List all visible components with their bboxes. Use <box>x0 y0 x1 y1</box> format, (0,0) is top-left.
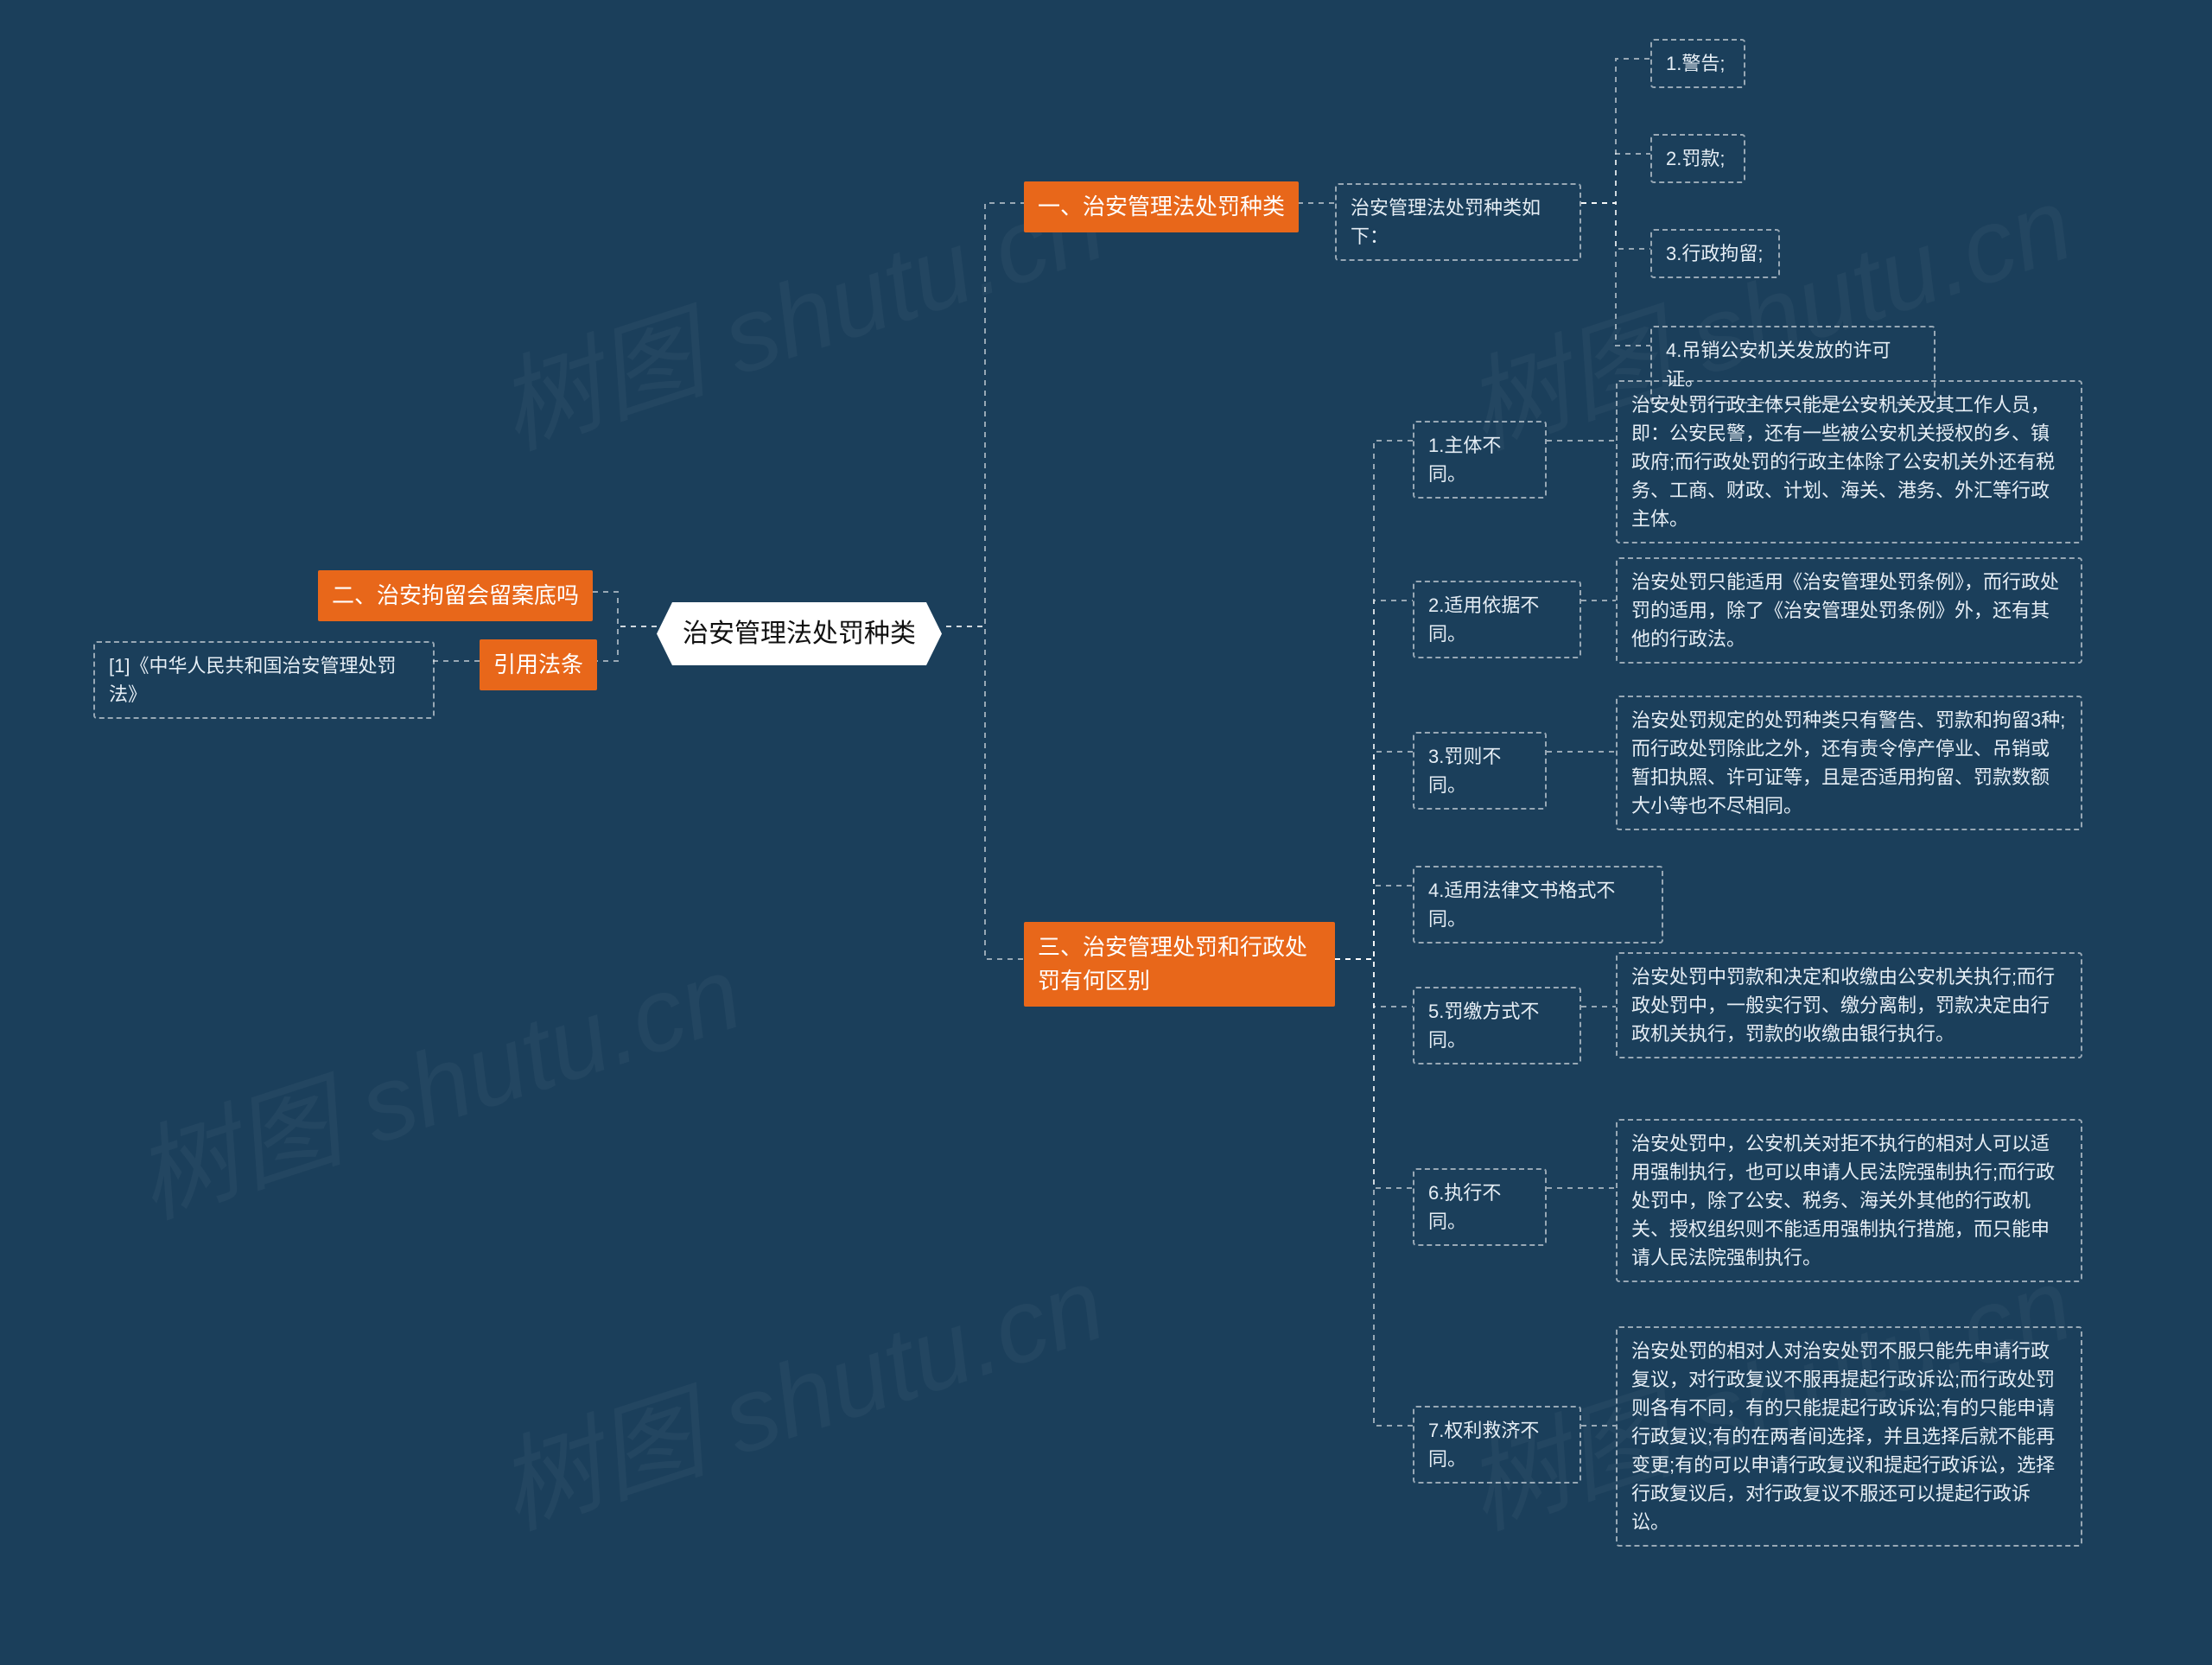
branch-2[interactable]: 二、治安拘留会留案底吗 <box>318 570 593 621</box>
branch-ref[interactable]: 引用法条 <box>480 639 597 690</box>
branch-3[interactable]: 三、治安管理处罚和行政处罚有何区别 <box>1024 922 1335 1007</box>
mindmap-canvas: 树图 shutu.cn 树图 shutu.cn 树图 shutu.cn 树图 s… <box>0 0 2212 1665</box>
b1-item-2[interactable]: 2.罚款; <box>1650 134 1745 183</box>
b3-2-title[interactable]: 2.适用依据不同。 <box>1413 581 1581 658</box>
watermark: 树图 shutu.cn <box>476 1220 1120 1557</box>
b3-5-desc[interactable]: 治安处罚中罚款和决定和收缴由公安机关执行;而行政处罚中，一般实行罚、缴分离制，罚… <box>1616 952 2082 1058</box>
b3-1-desc[interactable]: 治安处罚行政主体只能是公安机关及其工作人员，即：公安民警，还有一些被公安机关授权… <box>1616 380 2082 543</box>
b3-2-desc[interactable]: 治安处罚只能适用《治安管理处罚条例》，而行政处罚的适用，除了《治安管理处罚条例》… <box>1616 557 2082 664</box>
b3-4-title[interactable]: 4.适用法律文书格式不同。 <box>1413 866 1663 944</box>
watermark: 树图 shutu.cn <box>113 909 757 1246</box>
ref-leaf[interactable]: [1]《中华人民共和国治安管理处罚法》 <box>93 641 435 719</box>
b3-3-desc[interactable]: 治安处罚规定的处罚种类只有警告、罚款和拘留3种;而行政处罚除此之外，还有责令停产… <box>1616 696 2082 830</box>
b3-3-title[interactable]: 3.罚则不同。 <box>1413 732 1547 810</box>
b1-intro[interactable]: 治安管理法处罚种类如下： <box>1335 183 1581 261</box>
b3-7-desc[interactable]: 治安处罚的相对人对治安处罚不服只能先申请行政复议，对行政复议不服再提起行政诉讼;… <box>1616 1326 2082 1547</box>
root-node[interactable]: 治安管理法处罚种类 <box>657 602 942 665</box>
b3-5-title[interactable]: 5.罚缴方式不同。 <box>1413 987 1581 1064</box>
b1-item-1[interactable]: 1.警告; <box>1650 39 1745 88</box>
b3-1-title[interactable]: 1.主体不同。 <box>1413 421 1547 499</box>
b1-item-3[interactable]: 3.行政拘留; <box>1650 229 1780 278</box>
b3-6-desc[interactable]: 治安处罚中，公安机关对拒不执行的相对人可以适用强制执行，也可以申请人民法院强制执… <box>1616 1119 2082 1282</box>
branch-1[interactable]: 一、治安管理法处罚种类 <box>1024 181 1299 232</box>
b3-7-title[interactable]: 7.权利救济不同。 <box>1413 1406 1581 1484</box>
b3-6-title[interactable]: 6.执行不同。 <box>1413 1168 1547 1246</box>
